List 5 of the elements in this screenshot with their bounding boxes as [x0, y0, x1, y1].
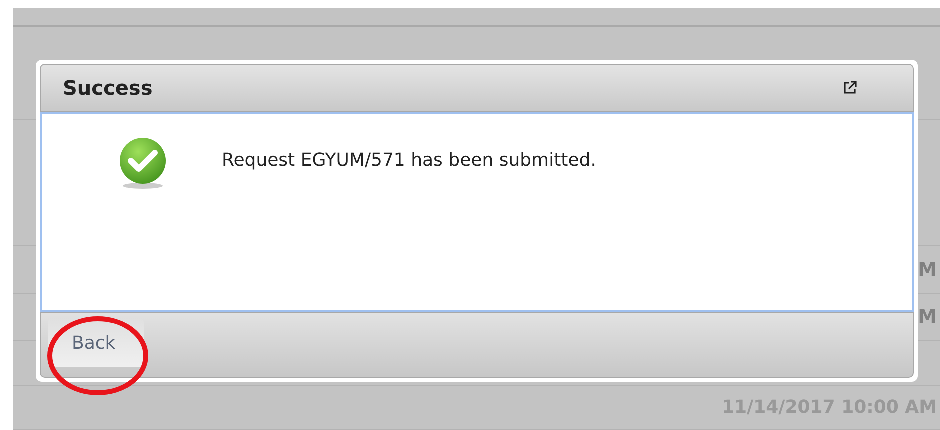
dialog-title: Success [63, 76, 153, 100]
time-text: M [918, 258, 937, 281]
success-message: Request EGYUM/571 has been submitted. [222, 150, 596, 171]
time-text: M [918, 306, 937, 328]
popout-icon[interactable] [843, 81, 857, 95]
